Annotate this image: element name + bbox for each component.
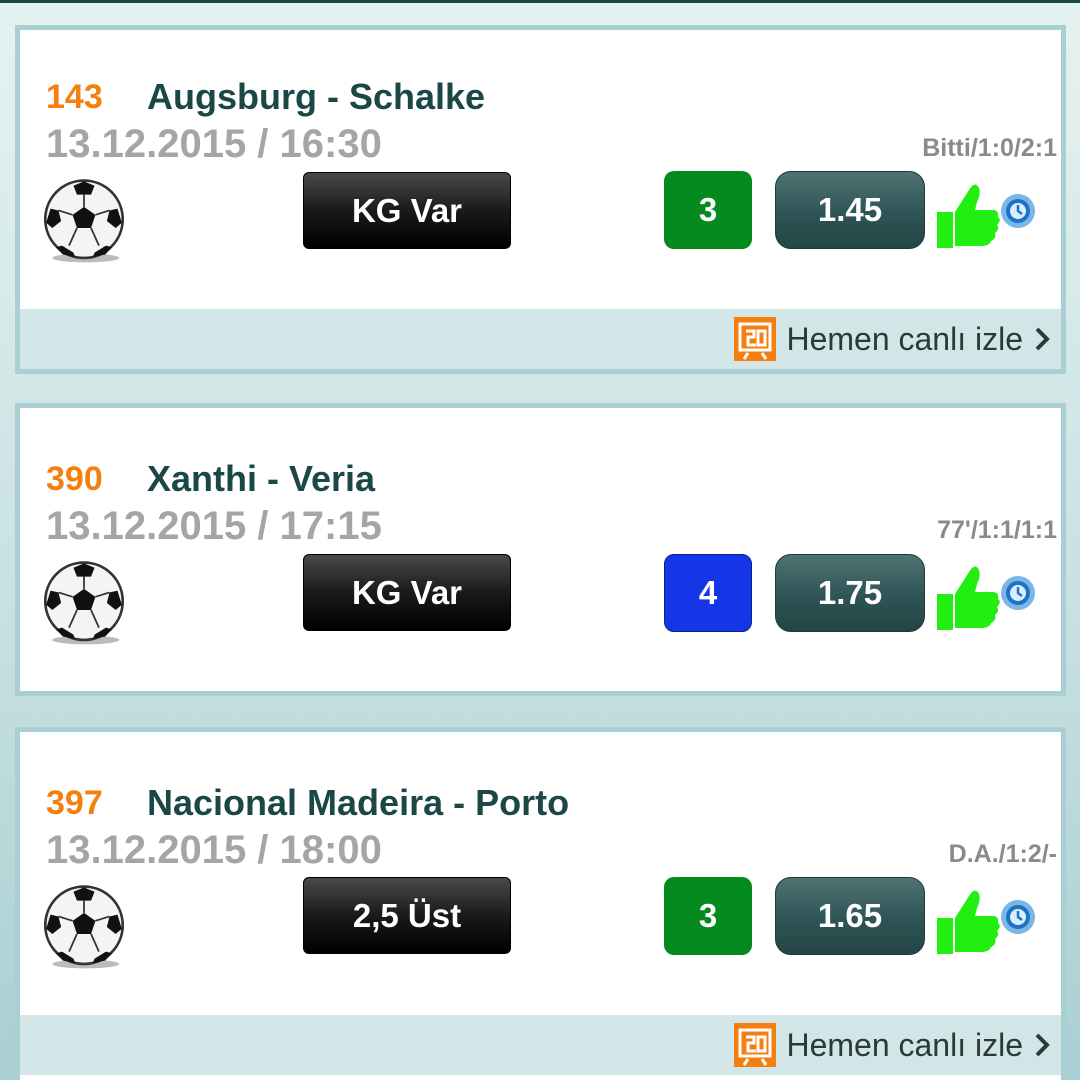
match-datetime: 13.12.2015 / 17:15 [46,504,382,548]
bet-type-button[interactable]: KG Var [303,554,511,631]
match-datetime: 13.12.2015 / 16:30 [46,122,382,166]
match-title: Xanthi - Veria [147,458,376,499]
odds-button[interactable]: 1.75 [775,554,925,632]
soccer-ball-icon [43,561,125,645]
match-code: 390 [46,460,103,498]
thumbs-up-icon[interactable] [935,178,1001,250]
live-stream-bar: Hemen canlı izle [20,1015,1061,1075]
match-result: 77'/1:1/1:1 [937,516,1057,544]
chevron-right-icon [1035,327,1050,351]
top-divider [0,0,1080,3]
live-stream-icon [734,1023,777,1067]
count-badge: 3 [664,877,752,955]
clock-icon[interactable] [1000,575,1036,611]
soccer-ball-icon [43,179,125,263]
match-card[interactable]: 143 Augsburg - Schalke 13.12.2015 / 16:3… [15,25,1066,374]
match-result: Bitti/1:0/2:1 [922,134,1057,162]
soccer-ball-icon [43,885,125,969]
odds-button[interactable]: 1.65 [775,877,925,955]
match-card[interactable]: 397 Nacional Madeira - Porto 13.12.2015 … [15,727,1066,1080]
clock-icon[interactable] [1000,193,1036,229]
thumbs-up-icon[interactable] [935,560,1001,632]
thumbs-up-icon[interactable] [935,884,1001,956]
match-code: 397 [46,784,103,822]
match-result: D.A./1:2/- [948,840,1057,868]
count-badge: 4 [664,554,752,632]
watch-live-link[interactable]: Hemen canlı izle [734,315,1051,363]
chevron-right-icon [1035,1033,1050,1057]
odds-button[interactable]: 1.45 [775,171,925,249]
bet-type-button[interactable]: 2,5 Üst [303,877,511,954]
match-datetime: 13.12.2015 / 18:00 [46,828,382,872]
watch-live-label: Hemen canlı izle [786,1026,1023,1063]
match-code: 143 [46,78,103,116]
live-stream-icon [734,317,777,361]
live-stream-bar: Hemen canlı izle [20,309,1061,369]
match-title: Nacional Madeira - Porto [147,782,570,823]
match-card[interactable]: 390 Xanthi - Veria 13.12.2015 / 17:15 77… [15,403,1066,696]
watch-live-link[interactable]: Hemen canlı izle [734,1021,1051,1069]
bet-type-button[interactable]: KG Var [303,172,511,249]
clock-icon[interactable] [1000,899,1036,935]
count-badge: 3 [664,171,752,249]
match-title: Augsburg - Schalke [147,76,486,117]
watch-live-label: Hemen canlı izle [786,320,1023,357]
